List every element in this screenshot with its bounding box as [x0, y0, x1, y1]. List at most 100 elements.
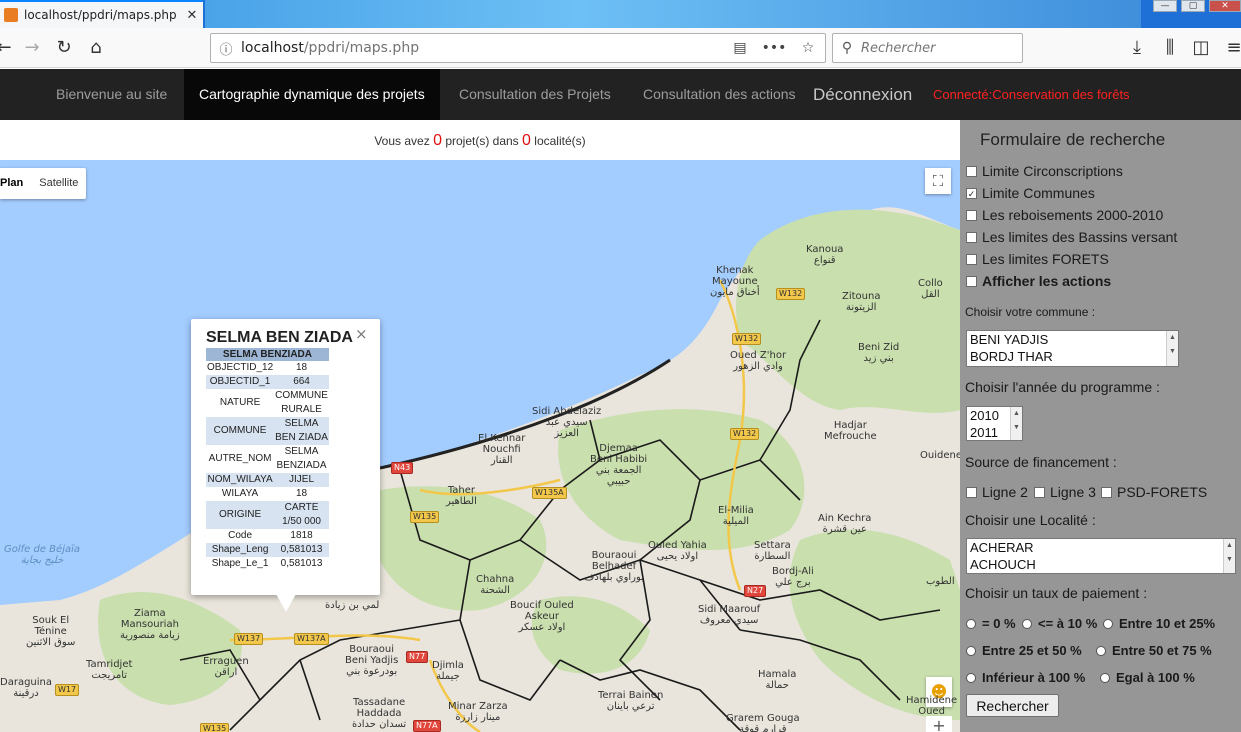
reload-icon[interactable]: ↻ — [52, 36, 76, 60]
site-info-icon[interactable]: ⓘ — [211, 39, 241, 58]
url-bar[interactable]: ⓘ localhost/ppdri/maps.php ▤ ••• ☆ — [210, 33, 826, 63]
menu-icon[interactable]: ≡ — [1222, 36, 1241, 60]
radio-button[interactable] — [966, 618, 976, 629]
locality-select[interactable]: ACHERAR ACHOUCH ▲ ▼ — [966, 538, 1236, 574]
place-label: Oued Z'hor وادي الزهور — [730, 350, 787, 372]
map-type-satellite[interactable]: Satellite — [31, 168, 86, 199]
summary-middle: projet(s) dans — [445, 134, 519, 148]
locality-option[interactable]: ACHOUCH — [967, 556, 1235, 573]
search-input[interactable] — [861, 40, 1016, 56]
rate-option-0[interactable]: = 0 % — [966, 616, 1016, 631]
commune-option[interactable]: BORDJ THAR — [967, 348, 1178, 365]
zoom-in-icon[interactable]: + — [926, 716, 952, 732]
attr-key: Shape_Leng — [206, 543, 275, 557]
search-form-panel: Formulaire de recherche Limite Circonscr… — [960, 120, 1241, 732]
bookmark-star-icon[interactable]: ☆ — [791, 40, 825, 56]
fullscreen-icon[interactable]: ⛶ — [925, 168, 951, 194]
listbox-scroll-arrows-icon[interactable]: ▲ ▼ — [1010, 407, 1022, 440]
funding-option-psd[interactable]: PSD-FORETS — [1101, 484, 1207, 500]
listbox-scroll-arrows-icon[interactable]: ▲ ▼ — [1166, 331, 1178, 366]
attr-value: SELMA BENZIADA — [276, 446, 327, 471]
place-label: Kanoua قنواع — [806, 244, 844, 266]
results-summary: Vous avez 0 projet(s) dans 0 localité(s) — [0, 120, 960, 160]
road-shield: W132 — [730, 428, 760, 440]
layer-toggle-communes[interactable]: ✓ Limite Communes — [966, 185, 1095, 201]
checkbox[interactable] — [966, 275, 977, 287]
nav-projects[interactable]: Consultation des Projets — [459, 69, 611, 120]
info-window-close-icon[interactable]: × — [355, 325, 368, 343]
checkbox[interactable] — [966, 209, 977, 221]
attr-value: CARTE 1/50 000 — [274, 501, 329, 529]
downloads-icon[interactable]: ⤓ — [1125, 36, 1149, 60]
layer-toggle-actions[interactable]: Afficher les actions — [966, 273, 1111, 289]
place-label: Sidi Abdelaziz سيدي عبد العزيز — [532, 406, 602, 439]
layer-toggle-forets[interactable]: Les limites FORETS — [966, 251, 1109, 267]
funding-option-ligne2[interactable]: Ligne 2 — [966, 484, 1028, 500]
layer-label: Les reboisements 2000-2010 — [982, 207, 1164, 223]
rate-option-10-25[interactable]: Entre 10 et 25% — [1103, 616, 1215, 631]
checkbox[interactable] — [1034, 486, 1045, 498]
rate-option-lt100[interactable]: Inférieur à 100 % — [966, 670, 1085, 685]
library-icon[interactable]: ⫼ — [1158, 36, 1182, 60]
url-text[interactable]: localhost/ppdri/maps.php — [241, 40, 723, 56]
tab-title: localhost/ppdri/maps.php — [24, 8, 177, 22]
forward-icon[interactable]: → — [20, 36, 44, 60]
radio-button[interactable] — [1096, 645, 1106, 656]
nav-home[interactable]: Bienvenue au site — [56, 69, 167, 120]
tab-close-icon[interactable]: ✕ — [181, 8, 203, 23]
maximize-window-icon[interactable]: ▢ — [1181, 0, 1205, 12]
radio-button[interactable] — [1100, 672, 1110, 683]
place-label: Settara السطارة — [754, 540, 791, 562]
page-actions-icon[interactable]: ••• — [757, 40, 791, 56]
locality-option[interactable]: ACHERAR — [967, 539, 1235, 556]
rate-option-50-75[interactable]: Entre 50 et 75 % — [1096, 643, 1212, 658]
funding-option-ligne3[interactable]: Ligne 3 — [1034, 484, 1096, 500]
reader-view-icon[interactable]: ▤ — [723, 40, 757, 56]
commune-select[interactable]: BENI YADJIS BORDJ THAR ▲ ▼ — [966, 330, 1179, 367]
back-icon[interactable]: ← — [0, 36, 16, 60]
browser-tab[interactable]: localhost/ppdri/maps.php ✕ — [0, 0, 203, 28]
place-label: Zitouna الزيتونة — [842, 291, 881, 313]
checkbox[interactable] — [966, 231, 977, 243]
checkbox[interactable] — [1101, 486, 1112, 498]
radio-button[interactable] — [1103, 618, 1113, 629]
checkbox[interactable] — [966, 253, 977, 265]
nav-logout[interactable]: Déconnexion — [813, 69, 912, 120]
rate-option-25-50[interactable]: Entre 25 et 50 % — [966, 643, 1082, 658]
place-label: Ziama Mansouriah زيامة منصورية — [120, 608, 180, 641]
minimize-window-icon[interactable]: — — [1153, 0, 1177, 12]
sidebar-icon[interactable]: ◫ — [1189, 36, 1213, 60]
attr-key: WILAYA — [221, 488, 259, 499]
place-label: الطوب — [926, 576, 955, 587]
checkbox-checked[interactable]: ✓ — [966, 187, 977, 199]
layer-toggle-circonscriptions[interactable]: Limite Circonscriptions — [966, 163, 1123, 179]
nav-cartography[interactable]: Cartographie dynamique des projets — [184, 69, 440, 120]
rate-text: = 0 % — [982, 616, 1016, 631]
rate-option-10[interactable]: <= à 10 % — [1022, 616, 1097, 631]
browser-tabbar: localhost/ppdri/maps.php ✕ — ▢ ✕ — [0, 0, 1241, 28]
radio-button[interactable] — [966, 645, 976, 656]
attr-value: JIJEL — [274, 473, 329, 487]
checkbox[interactable] — [966, 486, 977, 498]
layer-toggle-reboisements[interactable]: Les reboisements 2000-2010 — [966, 207, 1163, 223]
year-label: Choisir l'année du programme : — [965, 379, 1160, 395]
year-select[interactable]: 2010 2011 ▲ ▼ — [966, 406, 1023, 441]
commune-option[interactable]: BENI YADJIS — [967, 331, 1178, 348]
layer-toggle-bassins[interactable]: Les limites des Bassins versant — [966, 229, 1177, 245]
radio-button[interactable] — [966, 672, 976, 683]
rate-option-100[interactable]: Egal à 100 % — [1100, 670, 1195, 685]
search-button[interactable]: Rechercher — [966, 694, 1059, 717]
search-bar[interactable]: ⚲ — [832, 33, 1023, 63]
nav-actions[interactable]: Consultation des actions — [643, 69, 796, 120]
map-canvas[interactable]: Plan Satellite ⛶ ☻ + Kanoua قنواع Khenak M… — [0, 160, 960, 732]
layer-label: Afficher les actions — [982, 273, 1112, 289]
listbox-scroll-arrows-icon[interactable]: ▲ ▼ — [1223, 539, 1235, 573]
home-icon[interactable]: ⌂ — [84, 36, 108, 60]
checkbox[interactable] — [966, 165, 977, 177]
attribute-table-header: SELMA BENZIADA — [206, 348, 329, 361]
map-type-plan[interactable]: Plan — [0, 168, 31, 199]
place-label: Minar Zarza مينار زارزة — [448, 701, 508, 723]
close-window-icon[interactable]: ✕ — [1209, 0, 1241, 12]
radio-button[interactable] — [1022, 618, 1032, 629]
layer-label: Limite Communes — [982, 185, 1095, 201]
